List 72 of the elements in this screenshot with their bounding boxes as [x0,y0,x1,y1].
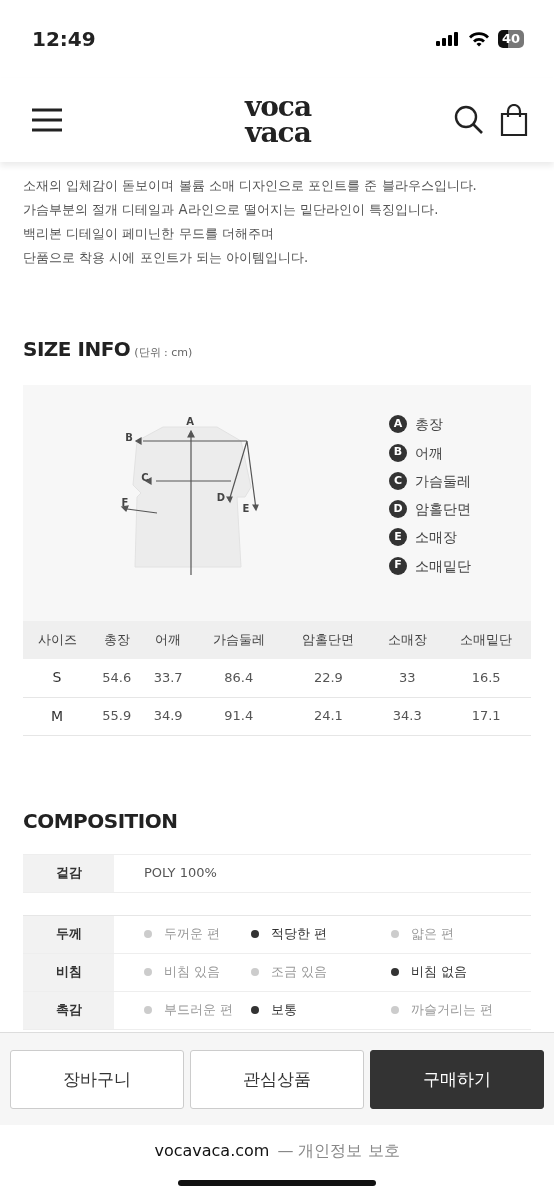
section-title: COMPOSITION [23,808,178,833]
legend-label: 소매장 [415,528,457,548]
table-cell: 24.1 [283,697,374,735]
table-cell: 55.9 [91,697,143,735]
legend-label: 가슴둘레 [415,471,471,491]
status-time: 12:49 [32,26,96,53]
description-text: 가슴부분의 절개 디테일과 A라인으로 떨어지는 밑단라인이 특징입니다. [23,201,440,219]
table-cell: 33.7 [142,659,194,697]
action-button[interactable]: 구매하기 [370,1050,544,1109]
column-header: 소매밑단 [441,621,531,659]
table-cell: 비침 [23,953,114,991]
table-cell: S [23,659,92,697]
option-label: 까슬거리는 편 [411,1001,494,1020]
option-label: 부드러운 편 [164,1001,234,1020]
column-header: 암홀단면 [283,621,374,659]
table-cell: 86.4 [193,659,284,697]
legend-badge: E [389,528,407,547]
privacy-note: — 개인정보 보호 [277,1140,400,1162]
legend-badge: D [389,500,407,519]
description-text: 백리본 디테일이 페미닌한 무드를 더해주며 [23,225,275,243]
shopping-bag-icon[interactable] [500,104,528,136]
table-cell: POLY 100% [114,854,531,892]
option-label: 보통 [271,1001,297,1020]
table-cell: 17.1 [441,697,531,735]
column-header: 총장 [91,621,143,659]
legend-badge: B [389,443,407,462]
table-cell: 두께 [23,915,114,953]
action-button[interactable]: 장바구니 [10,1050,184,1109]
table-cell: 촉감 [23,991,114,1029]
legend-label: 어깨 [415,443,443,463]
legend-label: 암홀단면 [415,500,471,519]
table-cell: 겉감 [23,854,114,892]
option-label: 조금 있음 [271,963,328,982]
table-cell: 22.9 [283,659,374,697]
table-cell: 33 [373,659,442,697]
column-header: 어깨 [142,621,194,659]
column-header: 사이즈 [23,621,92,659]
logo[interactable]: voca vaca [244,94,312,146]
wifi-icon [467,31,490,47]
column-header: 가슴둘레 [193,621,284,659]
menu-icon[interactable] [32,108,62,132]
option-label: 적당한 편 [271,925,328,944]
legend-badge: F [389,556,407,575]
url-domain: vocavaca.com [154,1140,270,1162]
column-header: 소매장 [373,621,442,659]
option-label: 비침 없음 [411,963,468,982]
diagram-label: E [242,503,250,514]
diagram-label: D [216,492,226,503]
option-label: 비침 있음 [164,963,221,982]
description-text: 단품으로 착용 시에 포인트가 되는 아이템입니다. [23,249,310,267]
section-title: SIZE INFO [23,336,131,363]
diagram-label: F [121,497,129,508]
action-button[interactable]: 관심상품 [190,1050,364,1109]
option-label: 얇은 편 [411,925,455,944]
table-cell: M [23,697,92,735]
legend-label: 소매밑단 [415,556,471,576]
legend-badge: C [389,471,407,490]
table-cell: 34.9 [142,697,194,735]
diagram-label: B [125,432,133,443]
legend-badge: A [389,415,407,434]
diagram-label: C [141,472,149,483]
legend-label: 총장 [415,415,443,435]
unit-note: (단위 : cm) [134,345,193,361]
option-label: 두꺼운 편 [164,925,221,944]
table-cell: 91.4 [193,697,284,735]
table-cell: 34.3 [373,697,442,735]
search-icon[interactable] [454,105,484,135]
description-text: 소재의 입체감이 돋보이며 볼륨 소매 디자인으로 포인트를 준 블라우스입니다. [23,177,478,195]
table-cell: 16.5 [441,659,531,697]
diagram-label: A [186,416,194,427]
table-cell: 54.6 [91,659,143,697]
signal-icon [435,32,460,46]
